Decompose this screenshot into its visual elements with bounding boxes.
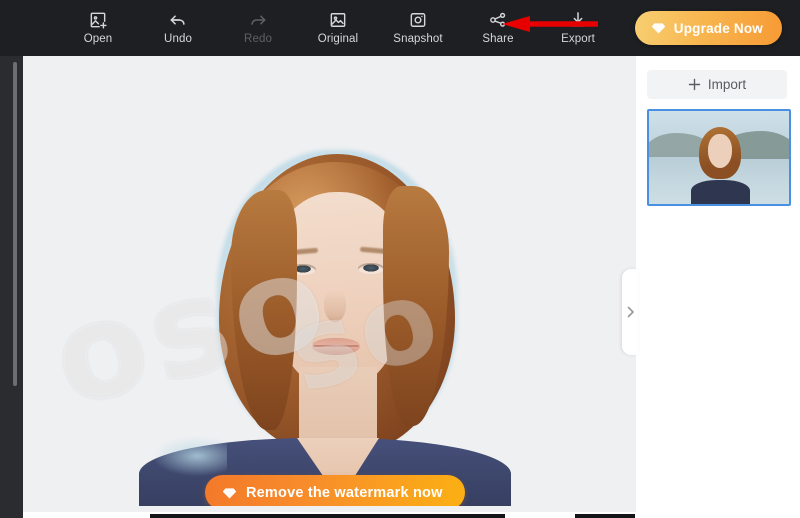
edited-photo bbox=[139, 112, 511, 512]
original-button[interactable]: Original bbox=[310, 10, 366, 46]
right-sidebar: Import bbox=[636, 56, 800, 512]
open-button[interactable]: Open bbox=[70, 10, 126, 46]
share-nodes-icon bbox=[488, 10, 508, 30]
diamond-icon bbox=[651, 22, 666, 35]
upgrade-now-button[interactable]: Upgrade Now bbox=[635, 11, 782, 45]
plus-icon bbox=[688, 78, 701, 91]
lip-line bbox=[313, 345, 359, 347]
export-button[interactable]: Export bbox=[550, 10, 606, 46]
upgrade-now-label: Upgrade Now bbox=[674, 21, 763, 36]
left-rail bbox=[0, 56, 23, 512]
share-label: Share bbox=[482, 33, 513, 46]
panel-collapse-handle[interactable] bbox=[622, 269, 638, 355]
redo-arrow-icon bbox=[248, 10, 268, 30]
eye-right bbox=[358, 263, 384, 274]
download-icon bbox=[568, 10, 588, 30]
thumbnail-item[interactable] bbox=[647, 109, 791, 206]
redo-button[interactable]: Redo bbox=[230, 10, 286, 46]
export-label: Export bbox=[561, 33, 595, 46]
image-plus-icon bbox=[88, 10, 108, 30]
shoulder-edge-glow bbox=[153, 436, 227, 476]
toolbar-items: Open Undo Redo bbox=[70, 0, 606, 56]
bottom-toolbar-sliver-right bbox=[575, 514, 635, 518]
chevron-right-icon bbox=[626, 306, 635, 318]
import-button[interactable]: Import bbox=[647, 70, 787, 99]
original-label: Original bbox=[318, 33, 358, 46]
remove-watermark-label: Remove the watermark now bbox=[246, 485, 443, 501]
thumbnail-subject-body bbox=[691, 180, 750, 204]
vertical-scrollbar[interactable] bbox=[13, 62, 17, 386]
camera-icon bbox=[408, 10, 428, 30]
diamond-icon bbox=[222, 486, 237, 499]
undo-label: Undo bbox=[164, 33, 192, 46]
undo-button[interactable]: Undo bbox=[150, 10, 206, 46]
bottom-strip-left bbox=[0, 512, 23, 518]
snapshot-button[interactable]: Snapshot bbox=[390, 10, 446, 46]
undo-arrow-icon bbox=[168, 10, 188, 30]
remove-watermark-button[interactable]: Remove the watermark now bbox=[205, 475, 465, 510]
picture-icon bbox=[328, 10, 348, 30]
snapshot-label: Snapshot bbox=[393, 33, 442, 46]
editor-canvas[interactable]: oso so Remove the watermark now bbox=[23, 56, 636, 512]
open-label: Open bbox=[84, 33, 113, 46]
share-button[interactable]: Share bbox=[470, 10, 526, 46]
import-label: Import bbox=[708, 77, 746, 92]
bottom-strip bbox=[0, 512, 800, 518]
thumbnail-subject-face bbox=[708, 134, 732, 167]
redo-label: Redo bbox=[244, 33, 272, 46]
bottom-toolbar-sliver bbox=[150, 514, 505, 518]
nose bbox=[324, 290, 346, 322]
top-toolbar: Open Undo Redo bbox=[0, 0, 800, 56]
